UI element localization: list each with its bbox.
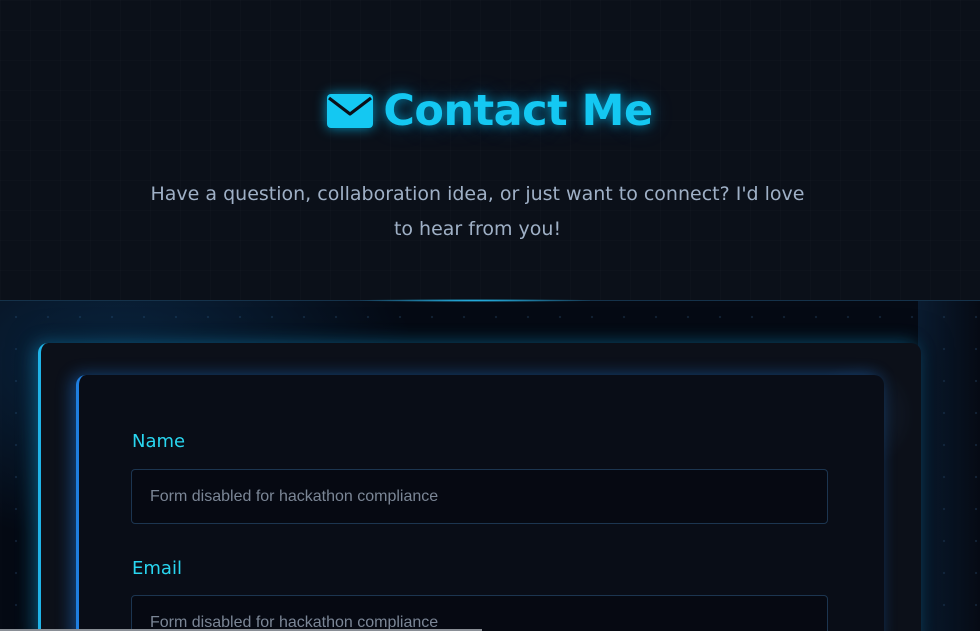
page-title: Contact Me bbox=[383, 86, 653, 136]
page-subtitle: Have a question, collaboration idea, or … bbox=[150, 183, 805, 240]
contact-page: Contact Me Have a question, collaboratio… bbox=[0, 0, 980, 631]
divider-glow bbox=[360, 299, 590, 302]
title-row: Contact Me bbox=[0, 86, 980, 136]
contact-hero bbox=[0, 0, 980, 300]
email-label: Email bbox=[132, 558, 182, 579]
email-input[interactable] bbox=[131, 595, 828, 631]
name-input[interactable] bbox=[131, 469, 828, 524]
envelope-icon bbox=[327, 94, 374, 128]
name-label: Name bbox=[132, 431, 186, 452]
decorative-edge bbox=[918, 301, 980, 631]
